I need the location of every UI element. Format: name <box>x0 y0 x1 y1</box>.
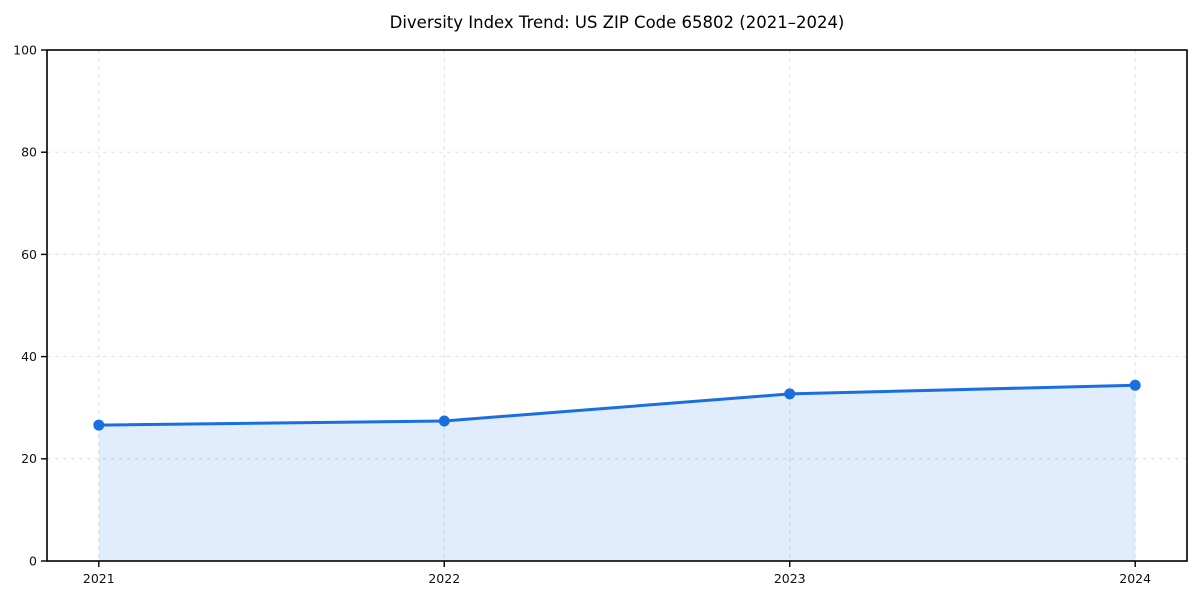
y-tick-label: 100 <box>13 42 37 57</box>
diversity-index-trend-chart: 0 20 40 60 80 100 2021 2022 2023 2024 Diversity I… <box>0 0 1200 600</box>
data-point <box>93 419 105 431</box>
y-tick-label: 0 <box>29 553 37 568</box>
chart-title: Diversity Index Trend: US ZIP Code 65802… <box>390 13 845 32</box>
x-tick-label: 2024 <box>1119 571 1151 586</box>
area-fill <box>98 385 1136 561</box>
y-tick-label: 20 <box>21 451 37 466</box>
data-point <box>438 415 450 427</box>
line-chart-svg: 0 20 40 60 80 100 2021 2022 2023 2024 Diversity I… <box>13 13 1188 586</box>
y-tick-label: 40 <box>21 349 37 364</box>
data-point <box>1129 379 1141 391</box>
x-tick-label: 2023 <box>774 571 806 586</box>
y-tick-label: 80 <box>21 145 37 160</box>
data-point <box>784 388 796 400</box>
x-tick-label: 2022 <box>428 571 460 586</box>
area-fill-path <box>98 385 1136 561</box>
x-tick-label: 2021 <box>83 571 115 586</box>
y-tick-label: 60 <box>21 247 37 262</box>
